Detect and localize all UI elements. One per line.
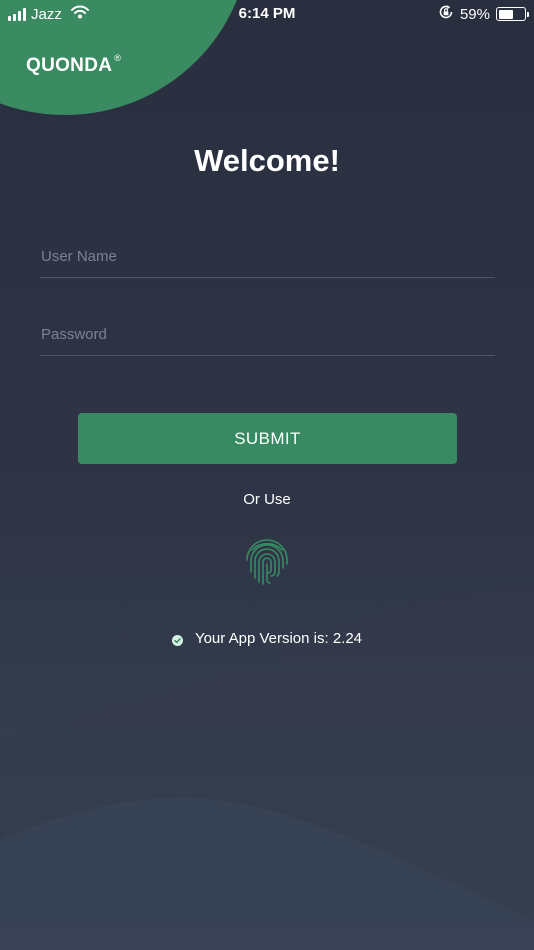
battery-percent: 59% <box>459 5 490 23</box>
fingerprint-icon[interactable] <box>239 534 295 590</box>
status-bar: Jazz 6:14 PM 59% <box>0 0 534 28</box>
brand-name: QUONDA <box>26 55 113 76</box>
password-field <box>40 314 495 356</box>
brand-logo: QUONDA ® <box>26 52 122 77</box>
submit-button[interactable]: SUBMIT <box>78 413 457 464</box>
battery-icon <box>496 7 529 21</box>
app-version-text: Your App Version is: 2.24 <box>194 630 363 647</box>
or-use-label: Or Use <box>243 491 291 508</box>
username-field <box>40 236 495 278</box>
username-input[interactable] <box>40 236 495 277</box>
check-circle-icon <box>171 633 183 646</box>
page-title: Welcome! <box>194 143 340 178</box>
login-screen: Jazz 6:14 PM 59% QUONDA ® Welcome! User … <box>0 0 534 950</box>
registered-mark: ® <box>114 52 122 63</box>
orientation-lock-icon <box>438 4 454 24</box>
app-version: Your App Version is: 2.24 <box>0 630 534 647</box>
password-input[interactable] <box>40 314 495 355</box>
